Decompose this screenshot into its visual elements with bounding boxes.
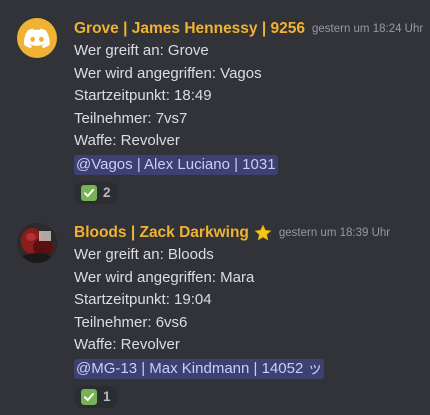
user-photo-avatar xyxy=(17,223,57,263)
white-check-mark-icon xyxy=(81,184,97,201)
author-name[interactable]: Grove | James Hennessy | 9256 xyxy=(74,20,305,38)
message-line: Teilnehmer: 6vs6 xyxy=(74,313,188,331)
message-line: Startzeitpunkt: 19:04 xyxy=(74,291,212,308)
message-line: Startzeitpunkt: 18:49 xyxy=(74,87,212,104)
message-line: Wer wird angegriffen: Vagos xyxy=(74,64,262,82)
user-mention[interactable]: @MG-13 | Max Kindmann | 14052 ッ xyxy=(74,358,325,379)
avatar[interactable] xyxy=(17,223,57,263)
message-line: Waffe: Revolver xyxy=(74,132,180,149)
discord-logo-icon xyxy=(24,28,50,48)
message-line: Wer greift an: Grove xyxy=(74,42,209,59)
timestamp[interactable]: gestern um 18:39 Uhr xyxy=(279,227,390,239)
message-header: Grove | James Hennessy | 9256 gestern um… xyxy=(74,18,423,40)
user-mention[interactable]: @Vagos | Alex Luciano | 1031 xyxy=(74,154,278,175)
message-line: Teilnehmer: 7vs7 xyxy=(74,109,188,127)
author-name[interactable]: Bloods | Zack Darkwing xyxy=(74,224,249,242)
message-line: Wer wird angegriffen: Mara xyxy=(74,268,255,286)
reaction-count: 2 xyxy=(103,185,111,200)
timestamp[interactable]: gestern um 18:24 Uhr xyxy=(312,23,423,35)
message-line: Waffe: Revolver xyxy=(74,336,180,353)
avatar[interactable] xyxy=(17,18,57,58)
reaction-button[interactable]: 1 xyxy=(74,385,118,408)
message-line: Wer greift an: Bloods xyxy=(74,246,214,263)
white-check-mark-icon xyxy=(81,388,97,405)
star-icon xyxy=(254,224,272,241)
reaction-count: 1 xyxy=(103,389,111,404)
message-header: Bloods | Zack Darkwing gestern um 18:39 … xyxy=(74,222,422,244)
reaction-button[interactable]: 2 xyxy=(74,181,118,204)
